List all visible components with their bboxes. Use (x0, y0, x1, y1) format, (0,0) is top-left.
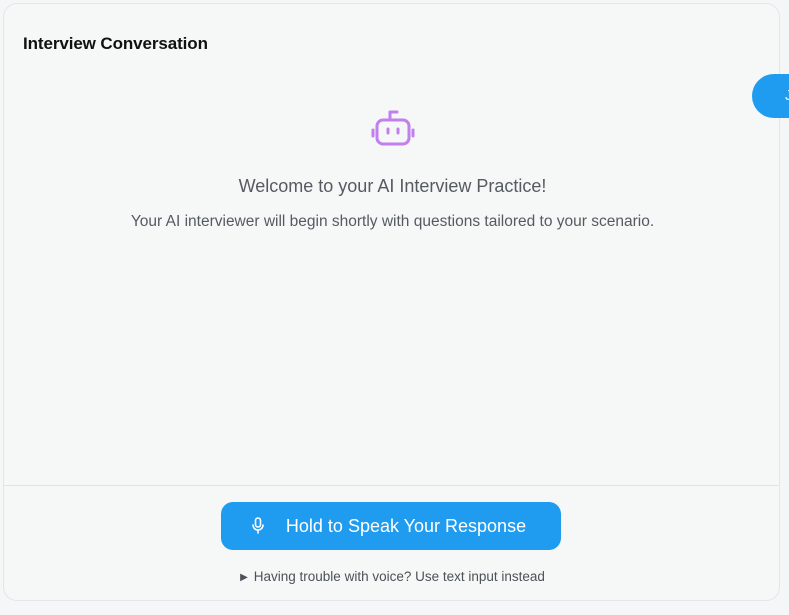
robot-icon (370, 108, 416, 150)
text-input-fallback-toggle[interactable]: ▶ Having trouble with voice? Use text inp… (4, 569, 779, 584)
interview-conversation-panel: Interview Conversation Welcome to your A… (3, 3, 780, 601)
speak-button-label: Hold to Speak Your Response (285, 515, 527, 536)
side-tab-glyph: J (785, 87, 789, 104)
page: Interview Conversation Welcome to your A… (0, 0, 789, 615)
welcome-message: Welcome to your AI Interview Practice! Y… (4, 108, 779, 231)
side-tab-button[interactable]: J (752, 74, 789, 118)
welcome-subtitle: Your AI interviewer will begin shortly w… (130, 213, 655, 230)
microphone-icon (250, 517, 266, 535)
panel-title: Interview Conversation (23, 34, 208, 53)
welcome-title: Welcome to your AI Interview Practice! (238, 176, 547, 196)
fallback-toggle-label: Having trouble with voice? Use text inpu… (253, 569, 545, 584)
hold-to-speak-button[interactable]: Hold to Speak Your Response (221, 502, 561, 550)
disclosure-triangle-icon: ▶ (240, 572, 248, 583)
divider (4, 485, 779, 486)
